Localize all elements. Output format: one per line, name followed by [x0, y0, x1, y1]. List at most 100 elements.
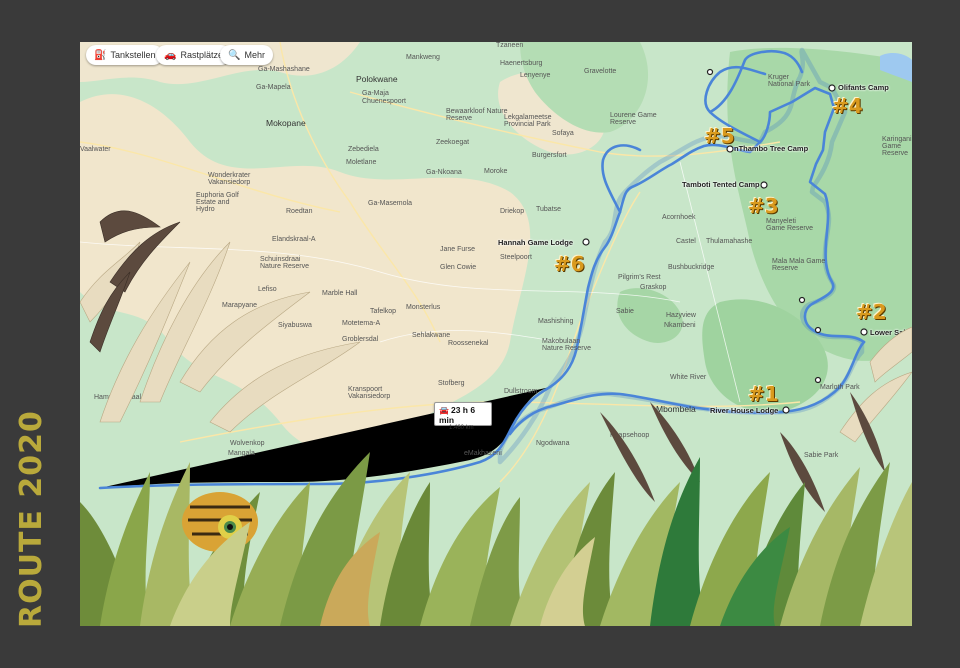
chip-more[interactable]: 🔍 Mehr	[220, 45, 273, 65]
stop-number-6: #6	[554, 252, 585, 276]
place-label: Moroke	[484, 168, 508, 175]
camp-river-house[interactable]: River House Lodge	[710, 406, 778, 415]
camp-tamboti[interactable]: Tamboti Tented Camp	[682, 180, 760, 189]
camp-hannah[interactable]: Hannah Game Lodge	[498, 238, 573, 247]
place-label: eMakhazeni	[464, 450, 502, 457]
stop-number-1: #1	[748, 382, 779, 406]
lower-sabie-marker[interactable]	[860, 328, 868, 336]
olifants-marker[interactable]	[828, 84, 836, 92]
place-label: Glen Cowie	[440, 264, 477, 271]
place-label: Acornhoek	[662, 214, 696, 221]
place-label: Hazyview	[666, 312, 696, 319]
place-label: Burgersfort	[532, 152, 567, 159]
place-label: Haenertsburg	[500, 60, 543, 67]
place-label: Kranspoort Vakansiedorp	[348, 386, 391, 400]
search-icon: 🔍	[228, 49, 241, 61]
place-label: Ga-Masemola	[368, 200, 412, 207]
stop-number-4: #4	[832, 94, 863, 118]
car-icon: 🚘	[439, 406, 449, 415]
place-label: White River	[670, 374, 707, 381]
place-label: Schuinsdraai Nature Reserve	[260, 256, 310, 270]
place-label: Roossenekal	[448, 340, 489, 347]
chip-fuel[interactable]: ⛽ Tankstellen	[86, 45, 164, 65]
camp-nthambo[interactable]: nThambo Tree Camp	[734, 144, 808, 153]
stop-number-2: #2	[856, 300, 887, 324]
river-house-marker[interactable]	[782, 406, 790, 414]
place-label: Kaapsehoop	[610, 432, 650, 439]
place-label: Thulamahashe	[706, 238, 753, 245]
waypoint-marker[interactable]	[706, 68, 714, 76]
place-label: Hammanskraal	[94, 394, 142, 401]
place-label: Tubatse	[536, 206, 562, 213]
place-label: Ga-Mashashane	[258, 66, 310, 73]
place-label: Siyabuswa	[278, 322, 312, 329]
place-label: Mokopane	[266, 118, 306, 128]
place-label: Mangala	[228, 450, 255, 457]
place-label: Chuenespoort	[362, 98, 406, 105]
place-label: Motetema-A	[342, 320, 381, 327]
place-label: Wolvenkop	[230, 440, 265, 447]
place-label: Lourene Game Reserve	[610, 112, 657, 126]
place-label: Vaalwater	[80, 146, 111, 153]
place-label: Sabie Park	[804, 452, 839, 459]
place-label: Mashishing	[538, 318, 574, 325]
place-label: Lenyenye	[520, 72, 551, 79]
place-label: Ga-Maja	[362, 90, 389, 97]
place-label: Mbombela	[656, 404, 696, 414]
place-label: Kruger National Park	[768, 74, 811, 88]
fuel-icon: ⛽	[94, 49, 107, 61]
waypoint-marker[interactable]	[814, 326, 822, 334]
route-path	[98, 49, 868, 490]
place-label: Sofaya	[552, 130, 574, 137]
place-label: Gravelotte	[584, 68, 617, 75]
place-label: Ga-Mapela	[256, 84, 291, 91]
place-label: Zebediela	[348, 146, 379, 153]
stop-number-3: #3	[748, 194, 779, 218]
place-label: Moletlane	[346, 159, 377, 166]
place-label: Wonderkrater Vakansiedorp	[208, 172, 251, 186]
place-label: Tzaneen	[496, 42, 524, 49]
place-label: Polokwane	[356, 74, 398, 84]
place-label: Sabie	[616, 308, 634, 315]
tamboti-marker[interactable]	[760, 181, 768, 189]
route-summary-card[interactable]: 🚘 23 h 6 min 1.460 km	[434, 402, 492, 431]
place-label: Marloth Park	[820, 384, 860, 391]
place-label: Steelpoort	[500, 254, 532, 261]
route-title: ROUTE 2020	[14, 410, 49, 628]
place-label: Groblersdal	[342, 336, 379, 343]
place-label: Mankweng	[406, 54, 440, 61]
place-label: Driekop	[500, 208, 525, 215]
place-label: Euphoria Golf Estate and Hydro	[196, 192, 239, 213]
place-label: Bushbuckridge	[668, 264, 715, 271]
place-label: Graskop	[640, 284, 667, 291]
place-label: Marble Hall	[322, 290, 358, 297]
place-label: Mala Mala Game Reserve	[772, 258, 826, 272]
place-label: Jane Furse	[440, 246, 476, 253]
route-distance: 1.460 km	[449, 425, 474, 431]
place-label: Castel	[676, 238, 696, 245]
place-label: Manyeleti Game Reserve	[766, 218, 814, 232]
waypoint-marker[interactable]	[814, 376, 822, 384]
camp-lower-sabie[interactable]: Lower Sabie	[870, 328, 912, 337]
place-label: Zeekoegat	[436, 139, 470, 146]
car-icon: 🚗	[164, 49, 177, 61]
place-label: Monsterlus	[406, 304, 441, 311]
map-view[interactable]: ⛽ Tankstellen 🚗 Rastplätze 🔍 Mehr Polokw…	[80, 42, 912, 626]
waypoint-marker[interactable]	[798, 296, 806, 304]
place-label: Roedtan	[286, 208, 313, 215]
camp-olifants[interactable]: Olifants Camp	[838, 83, 889, 92]
place-label: Lefiso	[258, 286, 277, 293]
stop-number-5: #5	[704, 124, 735, 148]
place-label: Makobulaan Nature Reserve	[542, 338, 592, 352]
place-label: Stofberg	[438, 380, 465, 387]
place-label: Ga-Nkoana	[426, 169, 462, 176]
place-label: Marapyane	[222, 302, 258, 309]
place-label: Pilgrim's Rest	[618, 274, 661, 281]
place-label: Tafelkop	[370, 308, 397, 315]
place-label: Ngodwana	[536, 440, 570, 447]
place-label: Dullstroom	[504, 388, 538, 395]
place-label: Lekgalameetse Provincial Park	[504, 114, 552, 128]
place-label: Sehlakwane	[412, 332, 451, 339]
place-label: Karingani Game Reserve	[882, 136, 912, 157]
hannah-marker[interactable]	[582, 238, 590, 246]
